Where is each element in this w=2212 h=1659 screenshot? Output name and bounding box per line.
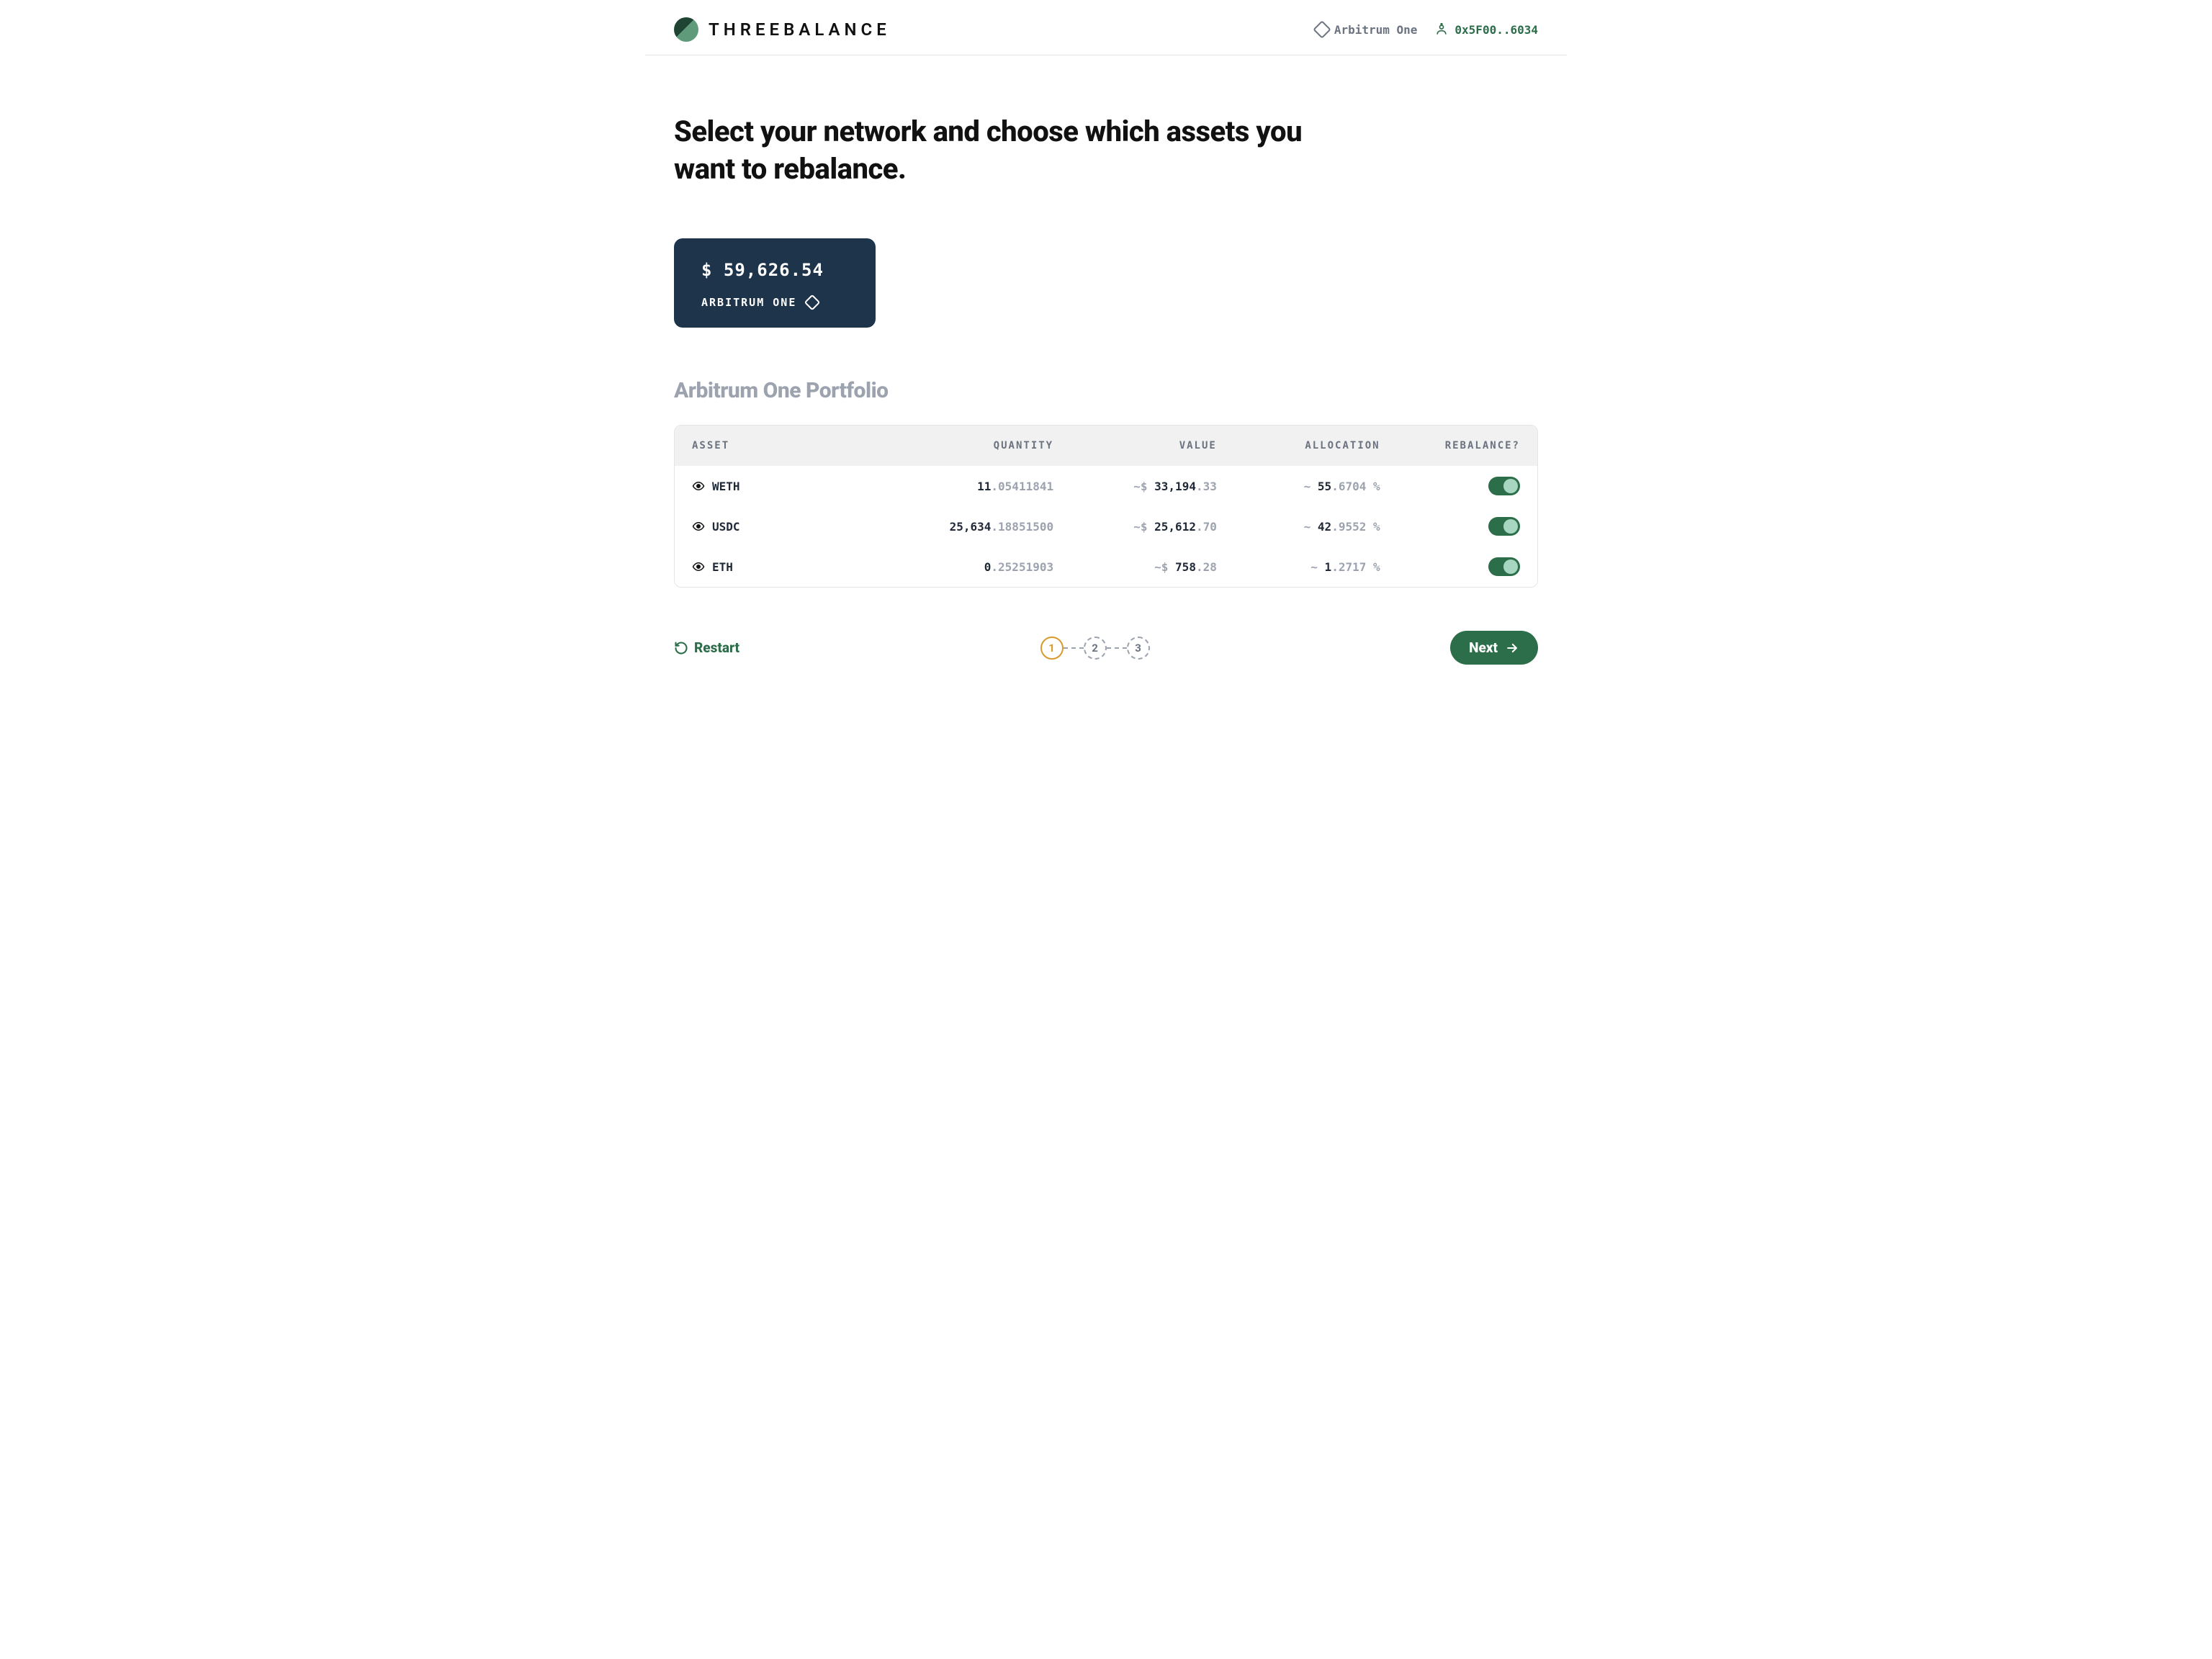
allocation-cell: ~ 55.6704 % <box>1217 480 1380 493</box>
wallet-icon <box>1434 22 1449 37</box>
restart-button[interactable]: Restart <box>674 639 739 656</box>
rebalance-toggle[interactable] <box>1488 517 1520 536</box>
value-cell: ~$ 33,194.33 <box>1053 480 1217 493</box>
asset-name: USDC <box>712 520 740 534</box>
logo-text: THREEBALANCE <box>709 19 891 40</box>
quantity-cell: 0.25251903 <box>867 560 1053 574</box>
logo-icon <box>674 17 698 42</box>
value-cell: ~$ 25,612.70 <box>1053 520 1217 534</box>
allocation-cell: ~ 1.2717 % <box>1217 560 1380 574</box>
page-heading: Select your network and choose which ass… <box>674 113 1322 188</box>
steps: 1 2 3 <box>1040 637 1150 660</box>
eye-icon[interactable] <box>692 520 705 533</box>
col-rebalance: REBALANCE? <box>1380 440 1520 451</box>
asset-name: WETH <box>712 480 740 493</box>
rebalance-toggle[interactable] <box>1488 557 1520 576</box>
network-label: Arbitrum One <box>1334 23 1418 37</box>
quantity-cell: 25,634.18851500 <box>867 520 1053 534</box>
address-label: 0x5F00..6034 <box>1455 23 1538 37</box>
col-value: VALUE <box>1053 440 1217 451</box>
rebalance-toggle[interactable] <box>1488 477 1520 495</box>
step-separator <box>1064 647 1084 649</box>
table-header: ASSET QUANTITY VALUE ALLOCATION REBALANC… <box>675 426 1537 466</box>
next-label: Next <box>1469 639 1498 656</box>
network-chip[interactable]: Arbitrum One <box>1316 23 1418 37</box>
eye-icon[interactable] <box>692 560 705 573</box>
step-3[interactable]: 3 <box>1127 637 1150 660</box>
eye-icon[interactable] <box>692 480 705 493</box>
network-card-value: $ 59,626.54 <box>701 260 848 280</box>
portfolio-title: Arbitrum One Portfolio <box>674 378 1538 403</box>
portfolio-table: ASSET QUANTITY VALUE ALLOCATION REBALANC… <box>674 425 1538 588</box>
table-row: ETH 0.25251903~$ 758.28~ 1.2717 % <box>675 547 1537 587</box>
network-card-label: ARBITRUM ONE <box>701 296 796 309</box>
asset-name: ETH <box>712 560 733 574</box>
footer: Restart 1 2 3 Next <box>645 616 1567 693</box>
table-row: WETH 11.05411841~$ 33,194.33~ 55.6704 % <box>675 466 1537 506</box>
header-right: Arbitrum One 0x5F00..6034 <box>1316 22 1538 37</box>
step-separator <box>1107 647 1127 649</box>
main: Select your network and choose which ass… <box>645 55 1567 616</box>
allocation-cell: ~ 42.9552 % <box>1217 520 1380 534</box>
network-icon <box>1316 23 1328 36</box>
step-2[interactable]: 2 <box>1084 637 1107 660</box>
col-quantity: QUANTITY <box>867 440 1053 451</box>
header: THREEBALANCE Arbitrum One 0x5F00..6034 <box>645 0 1567 55</box>
quantity-cell: 11.05411841 <box>867 480 1053 493</box>
step-1[interactable]: 1 <box>1040 637 1064 660</box>
value-cell: ~$ 758.28 <box>1053 560 1217 574</box>
col-allocation: ALLOCATION <box>1217 440 1380 451</box>
col-asset: ASSET <box>692 440 867 451</box>
logo[interactable]: THREEBALANCE <box>674 17 891 42</box>
address-chip[interactable]: 0x5F00..6034 <box>1434 22 1538 37</box>
network-card[interactable]: $ 59,626.54 ARBITRUM ONE <box>674 238 876 328</box>
restart-label: Restart <box>694 639 739 656</box>
network-icon <box>806 297 818 308</box>
next-button[interactable]: Next <box>1450 631 1538 665</box>
table-row: USDC 25,634.18851500~$ 25,612.70~ 42.9552… <box>675 506 1537 547</box>
